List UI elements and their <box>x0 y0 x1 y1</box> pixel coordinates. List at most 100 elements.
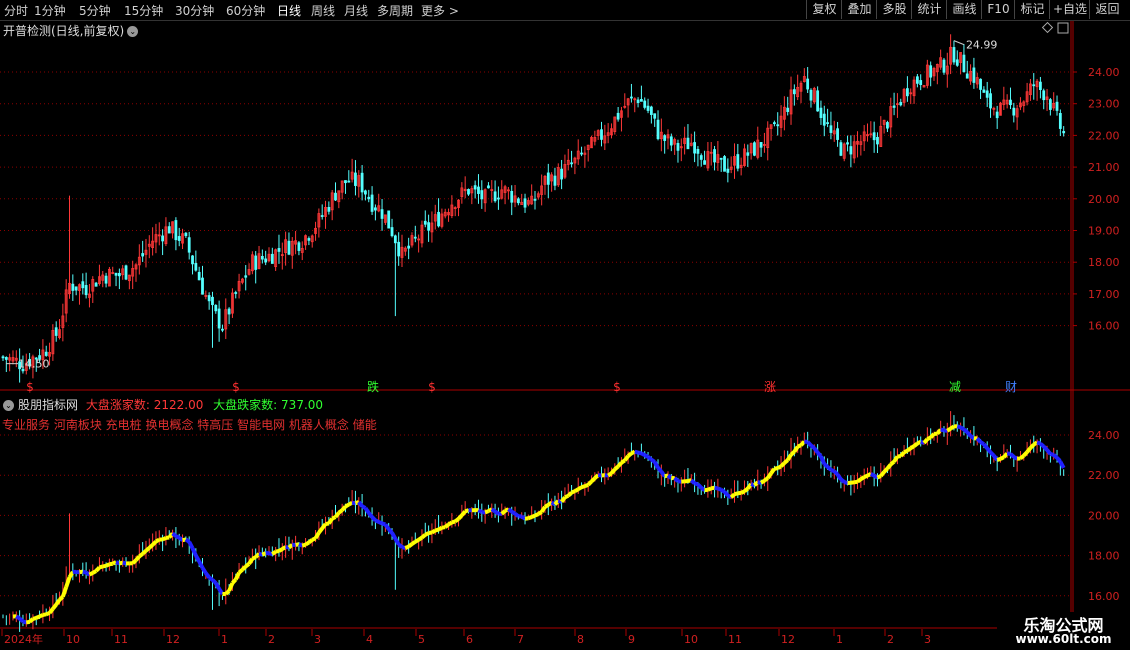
trend-segment <box>673 476 680 483</box>
period-tab-60min[interactable]: 60分钟 <box>226 2 265 19</box>
trend-segment <box>211 578 218 585</box>
trend-segment <box>383 523 391 531</box>
candle-body <box>839 142 843 156</box>
diamond-icon <box>1041 21 1054 34</box>
trend-segment <box>584 482 589 488</box>
period-tab-15min[interactable]: 15分钟 <box>124 2 163 19</box>
multi-stock-button[interactable]: 多股 <box>876 0 912 19</box>
trend-segment <box>420 533 427 540</box>
indicator-menu-icon[interactable]: ⌄ <box>3 400 14 411</box>
adjust-button[interactable]: 复权 <box>806 0 842 19</box>
up-count-label: 大盘涨家数: <box>85 398 150 412</box>
chevron-down-icon[interactable]: ⌄ <box>127 26 139 37</box>
trend-segment <box>792 445 800 453</box>
candle-body <box>207 295 211 302</box>
trend-segment <box>956 424 962 430</box>
trend-segment <box>151 540 158 547</box>
trend-segment <box>254 552 261 559</box>
trend-segment <box>307 538 314 545</box>
period-tab-5min[interactable]: 5分钟 <box>79 2 111 19</box>
candle-body <box>380 209 384 219</box>
trend-segment <box>580 484 586 490</box>
trend-segment <box>295 542 300 547</box>
trend-segment <box>560 496 567 503</box>
trend-segment <box>720 488 726 494</box>
candle-body <box>370 194 374 212</box>
indicator-price-tick: 20.00 <box>1088 509 1120 522</box>
trend-segment <box>367 511 374 519</box>
period-tab-30min[interactable]: 30分钟 <box>175 2 214 19</box>
trend-segment <box>1039 442 1046 449</box>
statistics-button[interactable]: 统计 <box>911 0 947 19</box>
time-label: 2 <box>887 633 894 646</box>
time-label: 11 <box>728 633 742 646</box>
add-favorite-button[interactable]: +自选 <box>1049 0 1090 19</box>
candle-body <box>929 65 933 78</box>
trend-segment <box>892 455 900 463</box>
window-icon <box>1057 22 1069 34</box>
candle-body <box>407 245 411 249</box>
period-tab-more[interactable]: 更多 > <box>421 2 459 19</box>
candle-body <box>1042 90 1046 101</box>
trend-segment <box>577 485 583 491</box>
trend-segment <box>566 491 573 498</box>
trend-segment <box>240 564 248 572</box>
trend-segment <box>208 575 214 582</box>
period-tab-daily[interactable]: 日线 <box>277 2 301 19</box>
candle-body <box>197 271 201 281</box>
time-label: 1 <box>836 633 843 646</box>
overlay-button[interactable]: 叠加 <box>841 0 877 19</box>
trend-segment <box>441 525 446 530</box>
trend-segment <box>586 480 593 487</box>
period-tab-1min[interactable]: 1分钟 <box>34 2 66 19</box>
trend-segment <box>311 536 317 542</box>
trend-segment <box>539 505 547 514</box>
trend-segment <box>45 611 51 617</box>
candle-body <box>1058 113 1062 129</box>
trend-segment <box>109 561 114 567</box>
kline-chart[interactable]: 24.00 23.00 22.00 21.00 20.00 19.00 18.00 17.00… <box>0 0 1130 650</box>
candle-body <box>703 160 706 165</box>
mark-button[interactable]: 标记 <box>1014 0 1050 19</box>
trend-segment <box>510 509 517 516</box>
candle-body <box>872 132 876 141</box>
trend-segment <box>962 427 969 434</box>
period-tab-fenshi[interactable]: 分时 <box>4 2 28 19</box>
trend-segment <box>543 503 550 509</box>
period-tab-monthly[interactable]: 月线 <box>344 2 368 19</box>
trend-segment <box>570 489 576 495</box>
trend-segment <box>696 482 703 490</box>
draw-line-button[interactable]: 画线 <box>946 0 982 19</box>
candle-body <box>360 172 364 193</box>
candle-body <box>201 277 204 295</box>
back-button[interactable]: 返回 <box>1089 0 1125 19</box>
trend-segment <box>946 426 952 433</box>
trend-segment <box>161 536 167 542</box>
period-tab-weekly[interactable]: 周线 <box>311 2 335 19</box>
candle-body <box>1039 81 1042 91</box>
trend-segment <box>118 560 124 566</box>
main-price-tick: 18.00 <box>1088 256 1120 269</box>
indicator-price-tick: 24.00 <box>1088 429 1120 442</box>
trend-segment <box>530 513 536 519</box>
candle-body <box>995 111 999 119</box>
trend-segment <box>1002 452 1009 459</box>
main-price-tick: 22.00 <box>1088 129 1120 142</box>
trend-segment <box>757 480 762 485</box>
trend-segment <box>443 522 450 529</box>
trend-segment <box>344 502 350 509</box>
trend-segment <box>88 571 94 577</box>
trend-segment <box>779 461 786 468</box>
candle-body <box>277 248 281 252</box>
candle-body <box>114 272 118 276</box>
chart-title[interactable]: 开普检测(日线,前复权) ⌄ <box>3 22 139 39</box>
period-tab-multi[interactable]: 多周期 <box>377 2 413 19</box>
trend-segment <box>553 499 560 506</box>
trend-segment <box>500 509 507 516</box>
trend-segment <box>105 562 111 568</box>
trend-segment <box>985 447 993 454</box>
f10-button[interactable]: F10 <box>981 0 1015 19</box>
candle-body <box>955 59 959 66</box>
trend-segment <box>507 507 513 514</box>
trend-segment <box>317 527 324 534</box>
